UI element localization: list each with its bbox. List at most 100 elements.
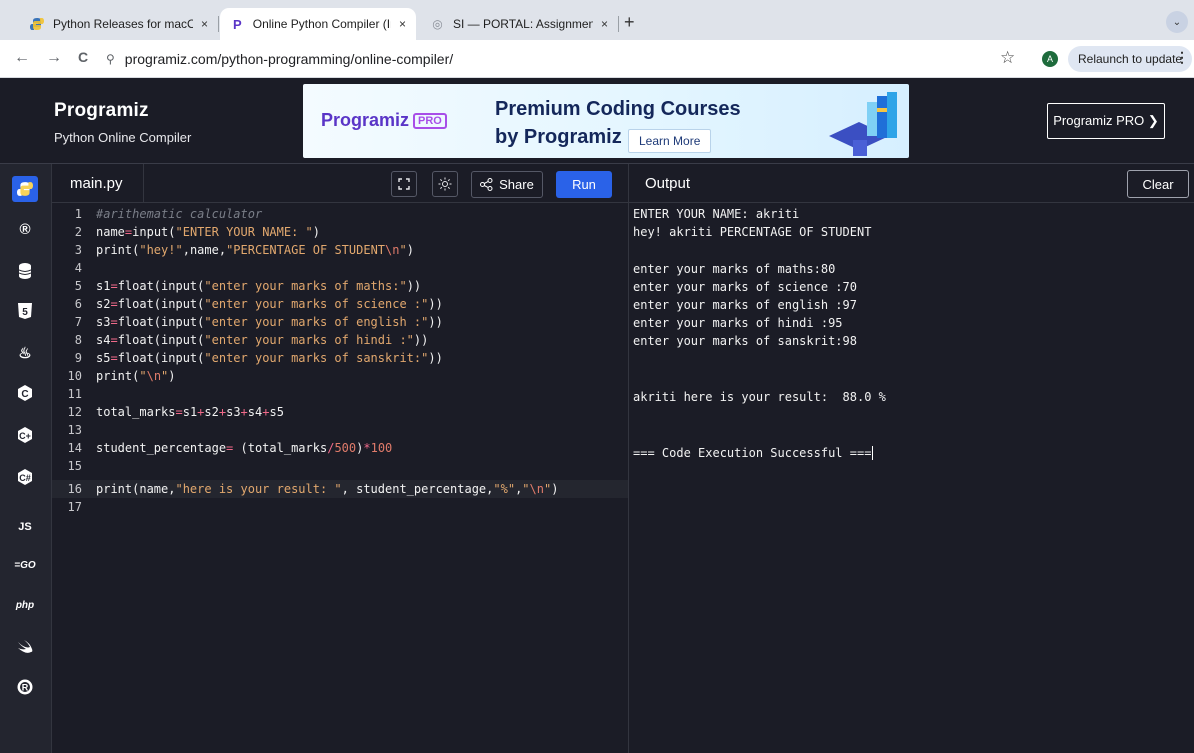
page-subtitle: Python Online Compiler [54, 130, 192, 145]
promo-banner[interactable]: Programiz PRO Premium Coding Courses by P… [303, 84, 909, 158]
tab-divider [618, 16, 619, 32]
sidebar-item-rust[interactable]: R [12, 674, 38, 700]
r-icon: ® [19, 220, 31, 238]
svg-text:5: 5 [22, 307, 28, 318]
code-line: 9 s5=float(input("enter your marks of san… [74, 351, 443, 365]
text-cursor [872, 446, 874, 460]
share-button[interactable]: Share [471, 171, 543, 198]
theme-toggle-button[interactable] [432, 171, 458, 197]
csharp-icon: C# [18, 469, 32, 485]
code-line: 17 [67, 500, 82, 514]
file-tab-main-py[interactable]: main.py [52, 164, 144, 203]
tab-title: Online Python Compiler (Inter [252, 17, 391, 31]
share-icon [480, 178, 493, 191]
output-line-status: === Code Execution Successful === [633, 446, 874, 460]
svg-text:C#: C# [19, 473, 31, 483]
sidebar-item-swift[interactable] [12, 634, 38, 660]
reload-icon[interactable]: C [78, 49, 88, 65]
code-line: 6 s2=float(input("enter your marks of sci… [74, 297, 443, 311]
tab-title: SI — PORTAL: Assignment Su [452, 17, 593, 31]
php-icon: php [15, 599, 35, 611]
site-settings-icon[interactable]: ⚲ [106, 52, 115, 66]
output-line: ENTER YOUR NAME: akriti [633, 207, 800, 221]
tab-title: Python Releases for macOS | [52, 17, 193, 31]
output-line: enter your marks of maths:80 [633, 262, 836, 276]
code-line: 10 print("\n") [67, 369, 176, 383]
browser-tab-strip: Python Releases for macOS | × P Online P… [0, 0, 1194, 40]
browser-tab-si-portal[interactable]: ◎ SI — PORTAL: Assignment Su × [420, 8, 618, 40]
sidebar-item-csharp[interactable]: C# [12, 464, 38, 490]
sidebar-item-sql[interactable] [12, 258, 38, 284]
portal-favicon-icon: ◎ [432, 17, 443, 31]
code-line-current: 16 print(name,"here is your result: ", st… [52, 480, 628, 498]
tab-search-menu-icon[interactable]: ⌄ [1166, 11, 1188, 33]
sidebar-item-html[interactable]: 5 [12, 298, 38, 324]
sidebar-item-cpp[interactable]: C+ [12, 422, 38, 448]
new-tab-button[interactable]: + [624, 12, 635, 33]
python-icon [17, 182, 33, 196]
relaunch-to-update-button[interactable]: Relaunch to update [1068, 46, 1193, 72]
javascript-icon: JS [18, 521, 32, 533]
profile-avatar[interactable]: A [1042, 51, 1058, 67]
code-line: 2 name=input("ENTER YOUR NAME: ") [74, 225, 321, 239]
output-toolbar: Output Clear [628, 164, 1194, 203]
back-arrow-icon[interactable]: ← [14, 49, 30, 67]
code-line: 3 print("hey!",name,"PERCENTAGE OF STUDEN… [74, 243, 414, 257]
browser-menu-icon[interactable]: ⋮ [1175, 49, 1189, 66]
code-line: 8 s4=float(input("enter your marks of hin… [74, 333, 429, 347]
address-bar-row: ← → C ⚲ programiz.com/python-programming… [0, 40, 1194, 78]
sidebar-item-go[interactable]: =GO [12, 552, 38, 578]
sidebar-item-c[interactable]: C [12, 380, 38, 406]
browser-tab-python-releases[interactable]: Python Releases for macOS | × [20, 8, 218, 40]
code-line: 1 #arithematic calculator [74, 207, 263, 221]
code-line: 14 student_percentage= (total_marks/500)*… [67, 441, 393, 455]
banner-logo: Programiz PRO [321, 110, 447, 131]
python-favicon-icon [30, 16, 45, 32]
sidebar-item-java[interactable]: ♨ [12, 340, 38, 366]
output-line: hey! akriti PERCENTAGE OF STUDENT [633, 225, 872, 239]
svg-text:R: R [22, 683, 29, 693]
close-tab-icon[interactable]: × [399, 17, 406, 31]
browser-tab-online-compiler[interactable]: P Online Python Compiler (Inter × [220, 8, 416, 40]
code-line: 5 s1=float(input("enter your marks of mat… [74, 279, 422, 293]
close-tab-icon[interactable]: × [201, 17, 208, 31]
url-text: programiz.com/python-programming/online-… [124, 51, 454, 67]
site-header: Programiz Python Online Compiler Program… [0, 78, 1194, 164]
fullscreen-icon [398, 178, 410, 190]
programiz-logo[interactable]: Programiz [54, 100, 149, 122]
programiz-favicon-icon: P [233, 16, 242, 32]
banner-headline: Premium Coding Courses [495, 98, 741, 120]
cpp-icon: C+ [18, 427, 32, 443]
code-line: 4 [74, 261, 82, 275]
output-console[interactable]: ENTER YOUR NAME: akriti hey! akriti PERC… [628, 203, 1194, 753]
output-line: enter your marks of english :97 [633, 298, 857, 312]
editor-toolbar: main.py Share Run [52, 164, 628, 203]
pro-badge: PRO [413, 113, 447, 130]
forward-arrow-icon[interactable]: → [46, 49, 62, 67]
learn-more-button[interactable]: Learn More [628, 129, 712, 153]
sidebar-item-r[interactable]: ® [12, 216, 38, 242]
fullscreen-button[interactable] [391, 171, 417, 197]
sidebar-item-python[interactable] [12, 176, 38, 202]
banner-subheadline: by Programiz [495, 126, 622, 148]
sidebar-item-javascript[interactable]: JS [12, 514, 38, 540]
url-field[interactable]: ⚲ programiz.com/python-programming/onlin… [106, 45, 1030, 73]
run-button[interactable]: Run [556, 171, 612, 198]
code-line: 12 total_marks=s1+s2+s3+s4+s5 [67, 405, 284, 419]
bookmark-star-icon[interactable]: ☆ [1000, 48, 1015, 68]
sidebar-item-php[interactable]: php [12, 592, 38, 618]
clear-button[interactable]: Clear [1127, 170, 1189, 198]
code-line: 15 [67, 459, 82, 473]
svg-text:C: C [21, 389, 28, 400]
close-tab-icon[interactable]: × [601, 17, 608, 31]
tab-divider [218, 16, 219, 32]
code-editor[interactable]: 1 #arithematic calculator 2 name=input("EN… [52, 203, 628, 753]
output-line: enter your marks of science :70 [633, 280, 857, 294]
code-line: 11 [67, 387, 82, 401]
programiz-pro-button[interactable]: Programiz PRO ❯ [1047, 103, 1165, 139]
code-line: 13 [67, 423, 82, 437]
output-line: enter your marks of hindi :95 [633, 316, 843, 330]
svg-text:C+: C+ [19, 431, 31, 441]
database-icon [19, 263, 31, 279]
c-icon: C [18, 385, 32, 401]
